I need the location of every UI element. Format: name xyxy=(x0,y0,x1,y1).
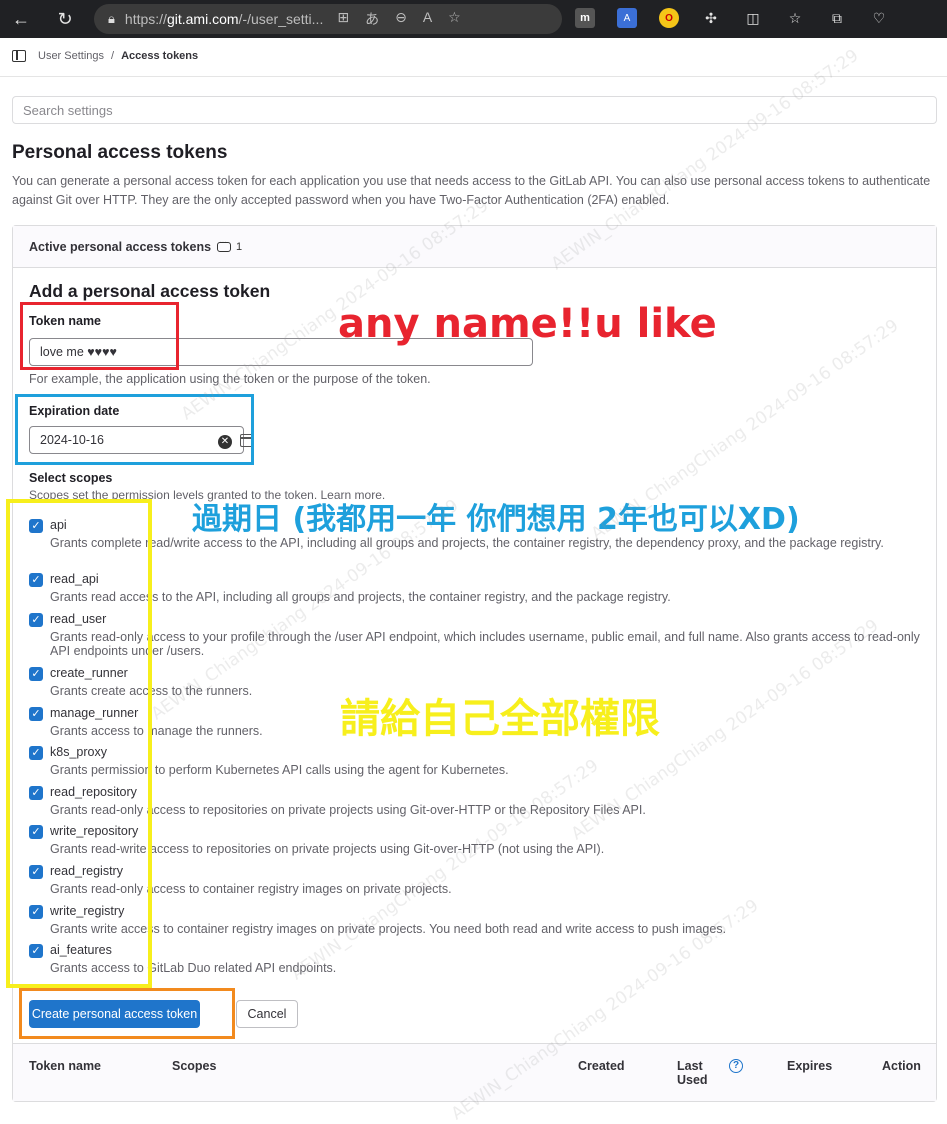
scope-description: Grants complete read/write access to the… xyxy=(50,536,884,550)
back-arrow-icon[interactable]: ← xyxy=(6,4,36,34)
url-text: https://git.ami.com/-/user_setti... xyxy=(124,11,324,27)
annotation-expiration-note: 過期日 (我都用一年 你們想用 2年也可以XD) xyxy=(192,502,800,537)
scope-description: Grants write access to container registr… xyxy=(50,922,727,936)
refresh-icon[interactable]: ↻ xyxy=(50,4,80,34)
last-used-help-icon[interactable]: ? xyxy=(729,1059,743,1073)
scope-description: Grants read-only access to your profile … xyxy=(50,630,920,658)
browser-toolbar: ← ↻ 🔒︎ https://git.ami.com/-/user_setti.… xyxy=(0,0,947,38)
col-expires[interactable]: Expires xyxy=(787,1059,832,1073)
favorite-star-icon[interactable]: ☆ xyxy=(448,9,461,29)
form-title: Add a personal access token xyxy=(29,281,271,301)
active-tokens-header: Active personal access tokens 1 xyxy=(13,226,936,268)
col-last-used[interactable]: Last Used xyxy=(677,1059,708,1087)
extension-colorful-icon[interactable]: O xyxy=(659,8,679,28)
active-tokens-label: Active personal access tokens xyxy=(29,239,212,254)
token-name-highlight-box xyxy=(20,302,179,370)
browser-health-icon[interactable]: ♡ xyxy=(869,8,889,28)
favorites-icon[interactable]: ☆ xyxy=(785,8,805,28)
scope-description: Grants access to GitLab Duo related API … xyxy=(50,961,337,975)
create-button-highlight-box xyxy=(19,988,235,1039)
header-divider xyxy=(0,76,947,77)
expiration-highlight-box xyxy=(15,394,254,465)
lock-icon: 🔒︎ xyxy=(108,11,115,26)
translate-icon[interactable]: あ xyxy=(365,9,379,29)
extension-m-icon[interactable]: m xyxy=(575,8,595,28)
breadcrumb: User Settings / Access tokens xyxy=(12,50,198,62)
breadcrumb-user-settings[interactable]: User Settings xyxy=(38,50,104,62)
breadcrumb-separator: / xyxy=(111,50,115,62)
col-action: Action xyxy=(882,1059,921,1073)
annotation-any-name: any name!!u like xyxy=(338,301,717,347)
scope-description: Grants read-only access to repositories … xyxy=(50,803,646,817)
search-settings-input[interactable]: Search settings xyxy=(12,96,937,124)
read-aloud-icon[interactable]: A xyxy=(423,9,432,29)
page-title: Personal access tokens xyxy=(12,142,228,163)
split-screen-icon[interactable]: ◫ xyxy=(743,8,763,28)
col-token-name: Token name xyxy=(29,1059,102,1073)
active-tokens-count: 1 xyxy=(217,237,242,253)
page-intro: You can generate a personal access token… xyxy=(12,174,931,207)
translate-extension-icon[interactable]: A xyxy=(617,8,637,28)
reader-mode-icon[interactable]: ⊞ xyxy=(337,9,349,29)
extensions-puzzle-icon[interactable]: ✣ xyxy=(701,8,721,28)
col-scopes: Scopes xyxy=(172,1059,217,1073)
breadcrumb-access-tokens[interactable]: Access tokens xyxy=(121,50,198,62)
scope-description: Grants read-only access to container reg… xyxy=(50,882,452,896)
token-icon xyxy=(217,237,232,252)
scope-description: Grants permission to perform Kubernetes … xyxy=(50,763,509,777)
scopes-highlight-box xyxy=(6,499,152,988)
token-name-help: For example, the application using the t… xyxy=(29,372,431,386)
tokens-table-header: Token name Scopes Created Last Used ? Exp… xyxy=(13,1043,936,1101)
zoom-icon[interactable]: ⊖ xyxy=(395,9,407,29)
scope-description: Grants read-write access to repositories… xyxy=(50,842,605,856)
sidebar-toggle-icon[interactable] xyxy=(12,50,26,62)
address-bar[interactable]: 🔒︎ https://git.ami.com/-/user_setti... ⊞… xyxy=(94,4,562,34)
scope-description: Grants read access to the API, including… xyxy=(50,590,671,604)
collections-icon[interactable]: ⧉ xyxy=(827,8,847,28)
col-created[interactable]: Created xyxy=(578,1059,625,1073)
cancel-button[interactable]: Cancel xyxy=(236,1000,298,1028)
annotation-all-permissions: 請給自己全部權限 xyxy=(340,696,660,742)
select-scopes-label: Select scopes xyxy=(29,471,113,485)
